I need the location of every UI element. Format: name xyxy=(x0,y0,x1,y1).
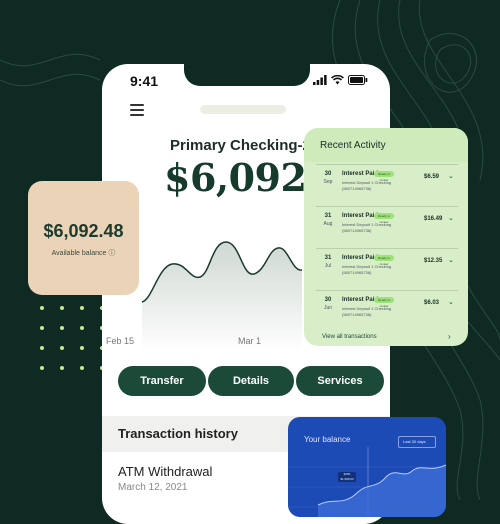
activity-name: Interest Paid xyxy=(342,255,379,261)
available-balance-amount: $6,092.48 xyxy=(43,221,124,241)
search-bar[interactable] xyxy=(200,105,286,114)
activity-month: Jun xyxy=(323,305,333,311)
activity-description: Interest Deposit 1 Checking (58071496573… xyxy=(342,222,392,233)
activity-month: Aug xyxy=(323,221,333,227)
activity-month: Sep xyxy=(323,179,333,185)
recent-activity-card: Recent Activity 30 Sep Interest Paid Rea… xyxy=(304,128,468,346)
activity-description: Interest Deposit 1 Checking (58071496573… xyxy=(342,264,392,275)
activity-day: 30 xyxy=(324,297,332,303)
chart-x-label: Feb 15 xyxy=(106,336,135,346)
chart-x-label: Mar 1 xyxy=(238,336,262,346)
wifi-icon xyxy=(331,75,344,85)
activity-row[interactable]: 30 Sep Interest Paid Ready to review Int… xyxy=(316,164,458,205)
account-title: Primary Checking-2 xyxy=(170,137,311,154)
activity-status-badge: Ready to review xyxy=(374,255,394,266)
activity-name: Interest Paid xyxy=(342,213,379,219)
transaction-row-title[interactable]: ATM Withdrawal xyxy=(118,464,212,479)
recent-activity-header: Recent Activity xyxy=(304,128,468,162)
activity-day: 31 xyxy=(324,213,332,219)
available-balance-label: Available balance ⓘ xyxy=(28,248,139,258)
available-balance-text: Available balance xyxy=(51,250,107,257)
activity-row[interactable]: 30 Jun Interest Paid Ready to review Int… xyxy=(316,290,458,331)
available-balance-card: $6,092.48 Available balance ⓘ xyxy=(28,181,139,295)
activity-day: 30 xyxy=(324,171,332,177)
chevron-right-icon[interactable]: › xyxy=(448,332,451,341)
phone-notch xyxy=(184,64,310,86)
chevron-down-icon[interactable]: ⌄ xyxy=(448,172,454,180)
services-button[interactable]: Services xyxy=(296,366,384,396)
recent-activity-title: Recent Activity xyxy=(320,140,386,151)
your-balance-chart xyxy=(288,447,446,517)
activity-amount: $12.35 xyxy=(424,258,443,264)
transaction-history-title: Transaction history xyxy=(118,426,238,441)
signal-icon xyxy=(313,75,327,85)
details-button[interactable]: Details xyxy=(208,366,294,396)
your-balance-title: Your balance xyxy=(304,435,351,444)
activity-name: Interest Paid xyxy=(342,297,379,303)
hamburger-menu-icon[interactable] xyxy=(130,104,144,116)
info-icon[interactable]: ⓘ xyxy=(108,250,115,257)
chevron-down-icon[interactable]: ⌄ xyxy=(448,256,454,264)
activity-row[interactable]: 31 Aug Interest Paid Ready to review Int… xyxy=(316,206,458,247)
chevron-down-icon[interactable]: ⌄ xyxy=(448,214,454,222)
transfer-button[interactable]: Transfer xyxy=(118,366,206,396)
status-time: 9:41 xyxy=(130,73,159,89)
activity-day: 31 xyxy=(324,255,332,261)
chevron-down-icon[interactable]: ⌄ xyxy=(448,298,454,306)
activity-status-badge: Ready to review xyxy=(374,213,394,224)
view-all-transactions-link[interactable]: View all transactions xyxy=(322,334,377,340)
activity-amount: $16.49 xyxy=(424,216,443,222)
transaction-row-date: March 12, 2021 xyxy=(118,482,188,493)
activity-amount: $6.03 xyxy=(424,300,440,306)
your-balance-card: Your balance Last 30 days $250 $1,998.00 xyxy=(288,417,446,517)
balance-tooltip: $250 $1,998.00 xyxy=(338,472,356,482)
activity-amount: $6.59 xyxy=(424,174,440,180)
activity-status-badge: Ready to review xyxy=(374,171,394,182)
status-bar: 9:41 xyxy=(102,64,390,100)
status-icons xyxy=(313,75,368,85)
activity-name: Interest Paid xyxy=(342,171,379,177)
activity-month: Jul xyxy=(324,263,332,269)
activity-description: Interest Deposit 1 Checking (58071496573… xyxy=(342,306,392,317)
battery-icon xyxy=(348,75,368,85)
activity-row[interactable]: 31 Jul Interest Paid Ready to review Int… xyxy=(316,248,458,289)
balance-tooltip-line: $1,998.00 xyxy=(340,477,354,481)
activity-description: Interest Deposit 1 Checking (58071496573… xyxy=(342,180,392,191)
activity-status-badge: Ready to review xyxy=(374,297,394,308)
